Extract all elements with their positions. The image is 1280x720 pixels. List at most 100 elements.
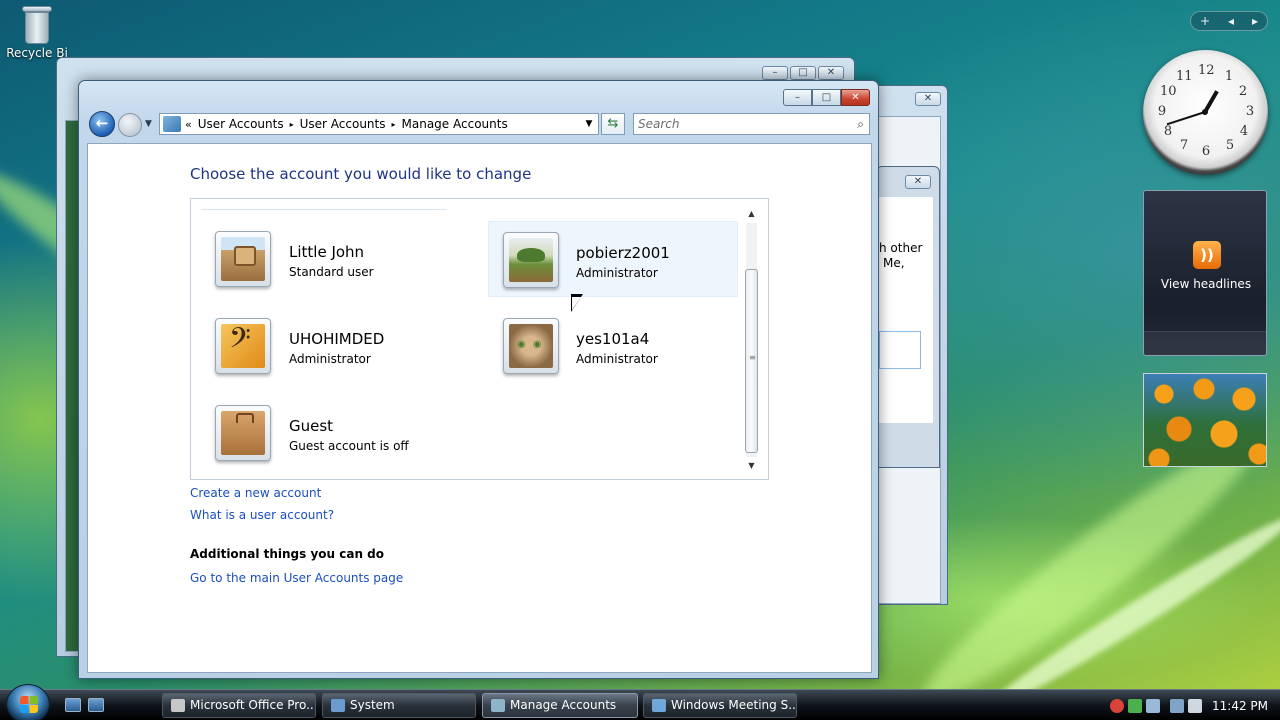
account-guest[interactable]: Guest Guest account is off <box>193 395 443 471</box>
feed-label[interactable]: View headlines <box>1144 277 1268 291</box>
feed-headlines-gadget[interactable]: )) View headlines <box>1143 190 1267 356</box>
system-icon <box>331 699 345 712</box>
back-button[interactable]: ← <box>89 111 115 137</box>
user-accounts-icon <box>491 699 505 712</box>
breadcrumb-separator-icon[interactable]: ▸ <box>290 120 294 129</box>
clock-number: 2 <box>1238 84 1248 99</box>
kitten-picture-icon <box>503 318 559 374</box>
taskbar-item-label: Manage Accounts <box>510 698 617 712</box>
rss-icon: )) <box>1193 241 1221 269</box>
account-uhohimded[interactable]: UHOHIMDED Administrator <box>193 308 443 384</box>
taskbar-item-system[interactable]: System <box>322 693 476 718</box>
clock-number: 9 <box>1157 104 1167 119</box>
search-icon[interactable]: ⌕ <box>857 114 864 134</box>
background-close-button[interactable]: ✕ <box>818 66 844 80</box>
account-little-john[interactable]: Little John Standard user <box>193 221 443 297</box>
content-pane: Choose the account you would like to cha… <box>87 143 872 673</box>
sidebar-controls[interactable]: + ◂ ▸ <box>1190 11 1268 31</box>
security-alert-icon[interactable] <box>1110 698 1124 713</box>
bass-clef-picture-icon <box>215 318 271 374</box>
account-yes101a4[interactable]: yes101a4 Administrator <box>488 308 738 384</box>
address-chevron[interactable]: « <box>185 118 192 131</box>
clock-number: 1 <box>1224 69 1234 84</box>
office-icon <box>171 699 185 712</box>
what-is-account-link[interactable]: What is a user account? <box>190 508 334 522</box>
forward-button[interactable] <box>118 113 142 137</box>
clock-number: 8 <box>1163 124 1173 139</box>
network-status-icon[interactable] <box>1170 698 1184 713</box>
page-title: Choose the account you would like to cha… <box>190 165 532 183</box>
clock-gadget[interactable]: 12 1 2 3 4 5 6 7 8 9 10 11 <box>1143 50 1268 175</box>
scrollbar-thumb[interactable]: ≡ <box>745 269 758 453</box>
background-minimize-button[interactable]: – <box>762 66 788 80</box>
minimize-button[interactable]: – <box>783 89 812 106</box>
checkmark-icon[interactable] <box>1128 698 1142 713</box>
clock-minute-hand <box>1166 111 1206 126</box>
taskbar: Microsoft Office Pro... System Manage Ac… <box>0 684 1280 720</box>
taskbar-item-label: System <box>350 698 395 712</box>
manage-accounts-window[interactable]: – □ ✕ ← ▼ « User Accounts ▸ User Account… <box>78 80 879 679</box>
account-role: Administrator <box>289 352 371 366</box>
network-icon[interactable] <box>1146 698 1160 713</box>
refresh-icon: ⇆ <box>607 116 619 131</box>
add-gadget-button[interactable]: + <box>1200 14 1210 28</box>
accounts-scrollbar[interactable]: ▲ ≡ ▼ <box>743 207 760 473</box>
breadcrumb-user-accounts-2[interactable]: User Accounts <box>300 117 386 131</box>
account-pobierz2001[interactable]: pobierz2001 Administrator <box>488 221 738 297</box>
clock-number: 3 <box>1245 104 1255 119</box>
search-placeholder: Search <box>638 117 680 131</box>
account-name: Little John <box>289 243 365 261</box>
clock-number: 12 <box>1198 63 1215 78</box>
background-dialog[interactable]: ✕ h other Me, <box>876 166 940 468</box>
breadcrumb-manage-accounts[interactable]: Manage Accounts <box>402 117 508 131</box>
robot-picture-icon <box>215 231 271 287</box>
maximize-button[interactable]: □ <box>812 89 841 106</box>
account-role: Administrator <box>576 352 658 366</box>
dialog-input-box[interactable] <box>879 331 921 369</box>
dialog-text-line2: Me, <box>883 256 905 270</box>
recycle-bin-desktop-icon[interactable]: Recycle Bi <box>4 4 70 60</box>
switch-windows-icon[interactable] <box>88 698 104 712</box>
clock-number: 5 <box>1225 138 1235 153</box>
create-account-link[interactable]: Create a new account <box>190 486 321 500</box>
scroll-up-icon[interactable]: ▲ <box>743 207 760 221</box>
taskbar-item-meeting-space[interactable]: Windows Meeting S... <box>643 693 797 718</box>
back-arrow-icon: ← <box>95 114 109 132</box>
volume-muted-icon[interactable] <box>1188 698 1202 713</box>
taskbar-item-office[interactable]: Microsoft Office Pro... <box>162 693 316 718</box>
account-name: UHOHIMDED <box>289 330 385 348</box>
sidebar-prev-button[interactable]: ◂ <box>1228 14 1234 28</box>
taskbar-item-label: Microsoft Office Pro... <box>190 698 316 712</box>
bonsai-picture-icon <box>503 232 559 288</box>
sidebar-next-button[interactable]: ▸ <box>1252 14 1258 28</box>
slideshow-gadget[interactable] <box>1143 373 1267 467</box>
show-desktop-icon[interactable] <box>65 698 81 712</box>
scroll-down-icon[interactable]: ▼ <box>743 459 760 473</box>
account-role: Guest account is off <box>289 439 409 453</box>
clock-number: 4 <box>1239 124 1249 139</box>
clock-number: 6 <box>1201 144 1211 159</box>
start-button[interactable] <box>6 684 50 720</box>
search-input[interactable]: Search ⌕ <box>633 113 870 135</box>
recent-pages-dropdown[interactable]: ▼ <box>145 119 152 129</box>
meeting-space-icon <box>652 699 666 712</box>
main-user-accounts-link[interactable]: Go to the main User Accounts page <box>190 571 403 585</box>
background-right-close-button[interactable]: ✕ <box>915 92 941 106</box>
system-tray: 11:42 PM <box>1110 693 1280 718</box>
account-name: yes101a4 <box>576 330 650 348</box>
taskbar-clock[interactable]: 11:42 PM <box>1212 699 1268 713</box>
address-dropdown-icon[interactable]: ▼ <box>580 119 598 129</box>
background-maximize-button[interactable]: □ <box>790 66 816 80</box>
additional-things-heading: Additional things you can do <box>190 547 385 561</box>
account-name: pobierz2001 <box>576 244 670 262</box>
account-role: Administrator <box>576 266 658 280</box>
breadcrumb-separator-icon[interactable]: ▸ <box>392 120 396 129</box>
taskbar-item-label: Windows Meeting S... <box>671 698 797 712</box>
refresh-button[interactable]: ⇆ <box>601 113 625 135</box>
address-bar[interactable]: « User Accounts ▸ User Accounts ▸ Manage… <box>159 113 599 135</box>
close-button[interactable]: ✕ <box>841 89 870 106</box>
account-name: Guest <box>289 417 334 435</box>
taskbar-item-manage-accounts[interactable]: Manage Accounts <box>482 693 638 718</box>
dialog-close-button[interactable]: ✕ <box>905 175 931 189</box>
breadcrumb-user-accounts-1[interactable]: User Accounts <box>198 117 284 131</box>
